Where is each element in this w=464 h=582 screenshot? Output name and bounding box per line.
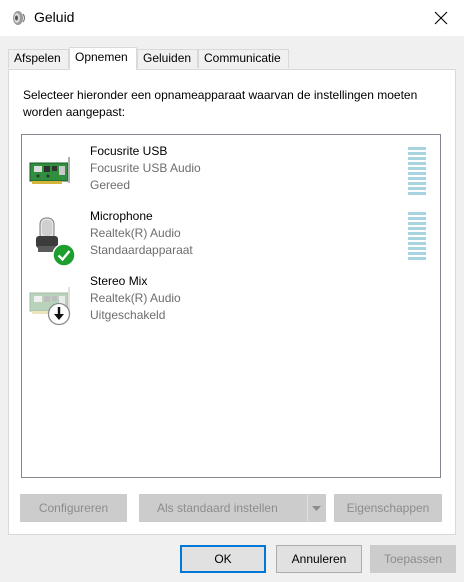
default-check-icon (52, 243, 76, 270)
set-default-label: Als standaard instellen (157, 501, 278, 515)
device-name: Stereo Mix (90, 274, 148, 288)
tab-recording[interactable]: Opnemen (69, 47, 137, 70)
tab-communications[interactable]: Communicatie (198, 49, 289, 68)
tab-sounds[interactable]: Geluiden (137, 49, 198, 68)
title-bar: Geluid (0, 0, 464, 36)
sound-card-icon (28, 151, 72, 195)
device-info: Microphone Realtek(R) Audio Standaardapp… (90, 208, 193, 259)
close-button[interactable] (418, 0, 464, 36)
cancel-button[interactable]: Annuleren (276, 545, 362, 573)
chevron-down-icon (312, 506, 321, 511)
window-title: Geluid (34, 9, 75, 25)
instruction-text: Selecteer hieronder een opnameapparaat w… (23, 88, 418, 119)
level-meter (408, 212, 426, 262)
list-item-focusrite[interactable]: Focusrite USB Focusrite USB Audio Gereed (22, 141, 440, 201)
configure-button[interactable]: Configureren (20, 494, 127, 522)
properties-button[interactable]: Eigenschappen (334, 494, 442, 522)
device-status: Gereed (90, 178, 131, 192)
device-name: Focusrite USB (90, 144, 168, 158)
list-item-microphone[interactable]: Microphone Realtek(R) Audio Standaardapp… (22, 206, 440, 267)
recording-panel: Selecteer hieronder een opnameapparaat w… (8, 69, 456, 535)
device-status: Standaardapparaat (90, 243, 193, 257)
disabled-arrow-icon (47, 302, 71, 329)
device-driver: Focusrite USB Audio (90, 161, 201, 175)
set-default-button[interactable]: Als standaard instellen (139, 494, 326, 522)
level-meter (408, 147, 426, 197)
apply-button[interactable]: Toepassen (370, 545, 456, 573)
device-driver: Realtek(R) Audio (90, 226, 181, 240)
ok-button[interactable]: OK (180, 545, 266, 573)
device-list[interactable]: Focusrite USB Focusrite USB Audio Gereed (21, 134, 441, 478)
list-item-stereo-mix[interactable]: Stereo Mix Realtek(R) Audio Uitgeschakel… (22, 271, 440, 331)
device-driver: Realtek(R) Audio (90, 291, 181, 305)
speaker-icon (10, 9, 28, 27)
device-status: Uitgeschakeld (90, 308, 166, 322)
set-default-dropdown[interactable] (307, 495, 325, 521)
device-info: Stereo Mix Realtek(R) Audio Uitgeschakel… (90, 273, 181, 324)
close-icon (434, 11, 448, 25)
device-name: Microphone (90, 209, 153, 223)
tab-playback[interactable]: Afspelen (8, 49, 69, 68)
device-info: Focusrite USB Focusrite USB Audio Gereed (90, 143, 201, 194)
